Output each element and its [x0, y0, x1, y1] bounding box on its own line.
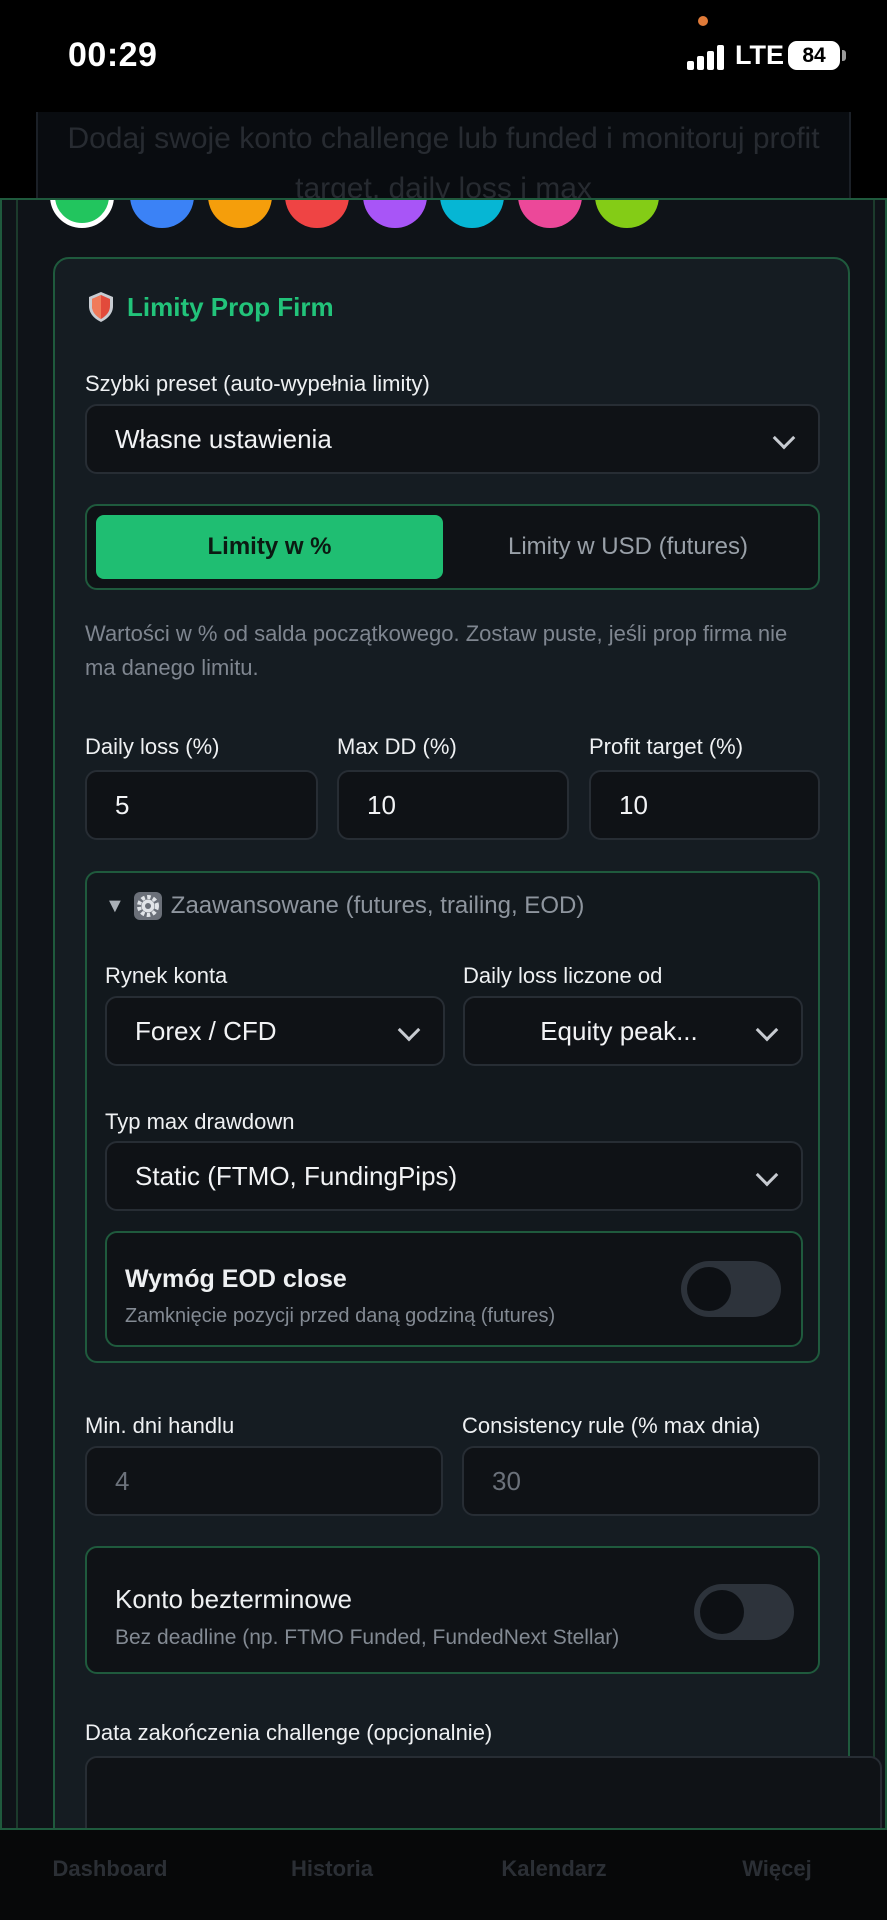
- tab-wiecej-label: Więcej: [742, 1856, 812, 1881]
- preset-label: Szybki preset (auto-wypełnia limity): [85, 371, 430, 396]
- shield-icon: [89, 292, 113, 322]
- market-label: Rynek konta: [105, 963, 228, 988]
- eod-close-switch[interactable]: [681, 1261, 781, 1317]
- profit-target-value: 10: [619, 789, 648, 820]
- dd-type-select[interactable]: Static (FTMO, FundingPips): [105, 1141, 803, 1211]
- max-dd-label: Max DD (%): [337, 734, 457, 759]
- switch-knob: [687, 1267, 731, 1311]
- chevron-down-icon: [772, 426, 796, 450]
- gear-icon: [133, 892, 162, 920]
- tab-kalendarz-label: Kalendarz: [501, 1856, 607, 1881]
- account-form-sheet[interactable]: Limity Prop Firm Szybki preset (auto-wyp…: [0, 198, 887, 1830]
- tab-dashboard-label: Dashboard: [52, 1856, 168, 1881]
- chevron-down-icon: [755, 1163, 779, 1187]
- daily-loss-from-select[interactable]: Equity peak...: [463, 996, 803, 1066]
- status-time: 00:29: [68, 36, 158, 74]
- limit-mode-percent-button[interactable]: Limity w %: [96, 515, 443, 579]
- signal-icon: [687, 44, 727, 70]
- consistency-placeholder: 30: [492, 1465, 521, 1496]
- background-header-text: Dodaj swoje konto challenge lub funded i…: [67, 122, 820, 198]
- battery-level: 84: [802, 44, 826, 67]
- unlimited-account-title: Konto bezterminowe: [115, 1584, 353, 1614]
- background-header: Dodaj swoje konto challenge lub funded i…: [36, 112, 851, 198]
- tab-wiecej[interactable]: Więcej: [732, 1856, 822, 1882]
- chevron-down-icon: [397, 1018, 421, 1042]
- min-days-label: Min. dni handlu: [85, 1413, 235, 1438]
- dd-type-value: Static (FTMO, FundingPips): [135, 1160, 458, 1191]
- prop-limits-card: Limity Prop Firm Szybki preset (auto-wyp…: [53, 257, 882, 1828]
- unlimited-account-switch[interactable]: [694, 1584, 794, 1640]
- tab-historia-label: Historia: [291, 1856, 373, 1881]
- battery-tip: [842, 50, 846, 61]
- market-value: Forex / CFD: [135, 1015, 277, 1046]
- chevron-down-icon: [755, 1018, 779, 1042]
- tab-bar: Dashboard Historia Kalendarz Więcej: [0, 1830, 887, 1920]
- limits-hint: Wartości w % od salda początkowego. Zost…: [85, 621, 788, 680]
- end-date-input[interactable]: [85, 1756, 882, 1828]
- privacy-indicator-icon: [698, 16, 708, 26]
- card-header: Limity Prop Firm: [87, 291, 334, 323]
- preset-value: Własne ustawienia: [115, 423, 332, 454]
- unlimited-account-subtitle: Bez deadline (np. FTMO Funded, FundedNex…: [115, 1626, 620, 1649]
- limit-mode-toggle: Limity w % Limity w USD (futures): [85, 504, 820, 590]
- tab-dashboard[interactable]: Dashboard: [50, 1856, 170, 1882]
- max-dd-input[interactable]: 10: [337, 770, 569, 840]
- end-date-label: Data zakończenia challenge (opcjonalnie): [85, 1720, 493, 1745]
- profit-target-label: Profit target (%): [589, 734, 744, 759]
- preset-select[interactable]: Własne ustawienia: [85, 404, 820, 474]
- tab-historia[interactable]: Historia: [282, 1856, 382, 1882]
- daily-loss-from-value: Equity peak...: [540, 1015, 698, 1046]
- unlimited-account-row: Konto bezterminowe Bez deadline (np. FTM…: [85, 1546, 820, 1674]
- daily-loss-value: 5: [115, 789, 130, 820]
- max-dd-value: 10: [367, 789, 396, 820]
- switch-knob: [700, 1590, 744, 1634]
- eod-close-title: Wymóg EOD close: [125, 1265, 347, 1293]
- min-days-input[interactable]: 4: [85, 1446, 443, 1516]
- tab-kalendarz[interactable]: Kalendarz: [494, 1856, 614, 1882]
- consistency-input[interactable]: 30: [462, 1446, 820, 1516]
- profit-target-input[interactable]: 10: [589, 770, 820, 840]
- triangle-down-icon: ▼: [105, 894, 125, 917]
- daily-loss-label: Daily loss (%): [85, 734, 220, 759]
- advanced-toggle[interactable]: ▼ Zaawansowane (futures, trailing, EOD): [105, 891, 584, 921]
- daily-loss-input[interactable]: 5: [85, 770, 318, 840]
- dd-type-label: Typ max drawdown: [105, 1109, 295, 1134]
- eod-close-row: Wymóg EOD close Zamknięcie pozycji przed…: [105, 1231, 803, 1347]
- advanced-section: ▼ Zaawansowane (futures, trailing, EOD) …: [85, 871, 820, 1363]
- market-select[interactable]: Forex / CFD: [105, 996, 445, 1066]
- daily-loss-from-label: Daily loss liczone od: [463, 963, 663, 988]
- consistency-label: Consistency rule (% max dnia): [462, 1413, 761, 1438]
- battery-icon: 84: [788, 41, 840, 70]
- network-type: LTE: [735, 40, 784, 70]
- limit-mode-usd-button[interactable]: Limity w USD (futures): [443, 515, 813, 579]
- advanced-title: Zaawansowane (futures, trailing, EOD): [170, 892, 585, 919]
- card-title: Limity Prop Firm: [127, 291, 334, 322]
- min-days-placeholder: 4: [115, 1465, 130, 1496]
- status-bar: 00:29 LTE 84: [0, 0, 887, 112]
- eod-close-subtitle: Zamknięcie pozycji przed daną godziną (f…: [125, 1305, 556, 1327]
